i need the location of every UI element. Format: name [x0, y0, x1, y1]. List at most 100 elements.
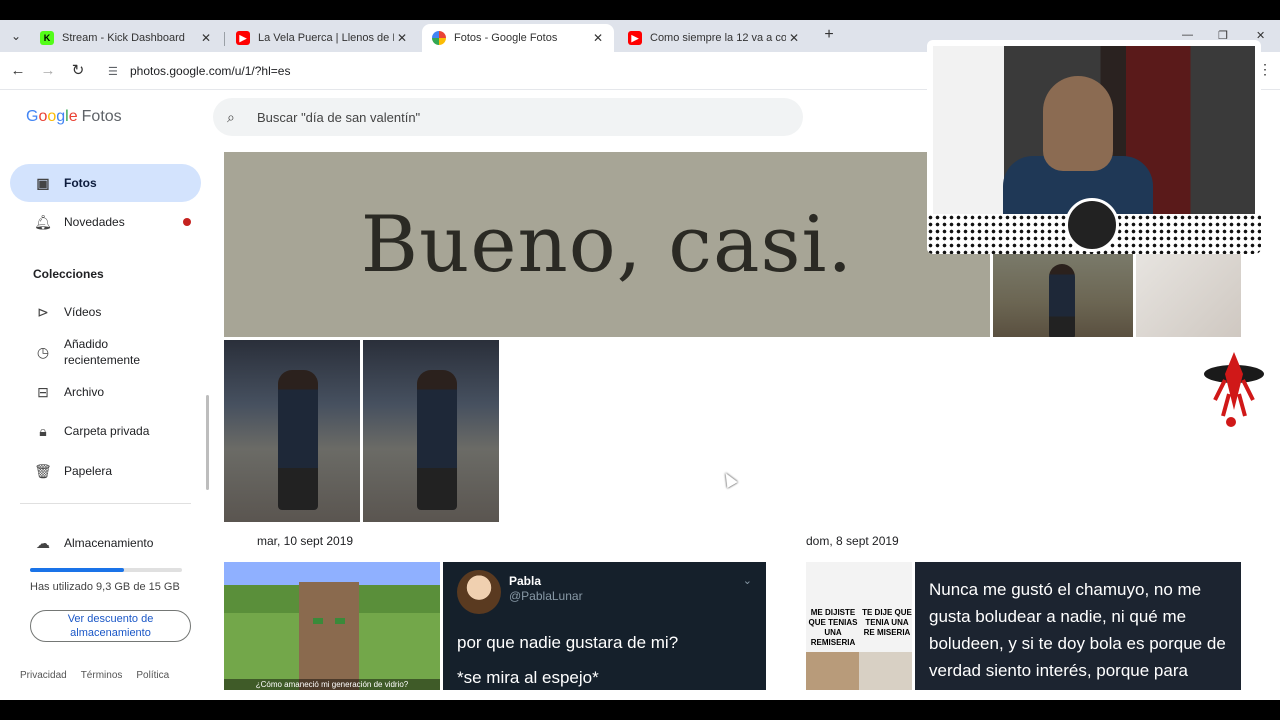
close-icon[interactable]: ✕	[394, 31, 410, 45]
meme-text: ME DIJISTE QUE TENIAS UNA REMISERIA	[808, 608, 858, 647]
sidebar-item-label: Papelera	[64, 464, 113, 478]
photo-text-post[interactable]: Nunca me gustó el chamuyo, no me gusta b…	[915, 562, 1241, 690]
sidebar-item-anadido[interactable]: ◷ Añadido recientemente	[10, 333, 201, 371]
sidebar-item-fotos[interactable]: ▣ Fotos	[10, 164, 201, 202]
tab-vela-puerca[interactable]: ▶ La Vela Puerca | Llenos de Magia ✕	[226, 24, 418, 52]
chevron-down-icon: ⌄	[742, 575, 752, 587]
address-bar[interactable]: ☰ photos.google.com/u/1/?hl=es	[100, 57, 920, 85]
villager-figure	[299, 582, 359, 690]
google-photos-favicon-icon	[432, 31, 446, 45]
tab-search-icon[interactable]: ⌄	[6, 26, 26, 46]
tab-kick[interactable]: K Stream - Kick Dashboard ✕	[30, 24, 222, 52]
streamer-badge-logo	[1065, 198, 1119, 252]
sidebar-scrollbar[interactable]	[206, 395, 209, 490]
url-text: photos.google.com/u/1/?hl=es	[130, 64, 291, 78]
tab-divider	[224, 32, 225, 46]
date-header: dom, 8 sept 2019	[806, 534, 899, 548]
storage-discount-button[interactable]: Ver descuento de almacenamiento	[30, 610, 191, 642]
tab-title: La Vela Puerca | Llenos de Magia	[258, 32, 394, 44]
bottom-bar	[0, 700, 1280, 720]
close-icon[interactable]: ✕	[590, 31, 606, 45]
footer-links: Privacidad Términos Política	[20, 670, 169, 681]
sidebar-item-label: Vídeos	[64, 305, 102, 319]
search-icon: ⌕	[227, 108, 235, 125]
photo-bueno-casi[interactable]: Bueno, casi.	[224, 152, 990, 337]
sidebar-item-papelera[interactable]: 🗑︎ Papelera	[10, 452, 201, 490]
photo-remiseria-meme[interactable]: ME DIJISTE QUE TENIAS UNA REMISERIA TE D…	[806, 562, 912, 690]
screen: ⌄ K Stream - Kick Dashboard ✕ ▶ La Vela …	[0, 0, 1280, 720]
photo-thumbnail[interactable]	[993, 254, 1133, 337]
meme-text: TE DIJE QUE TENIA UNA RE MISERIA	[862, 608, 912, 637]
youtube-favicon-icon: ▶	[628, 31, 642, 45]
tweet-text: *se mira al espejo*	[457, 668, 599, 687]
sidebar-item-label: Añadido recientemente	[64, 337, 141, 367]
back-icon[interactable]: ←	[8, 61, 28, 81]
youtube-favicon-icon: ▶	[236, 31, 250, 45]
streamer-head	[1043, 76, 1113, 171]
photo-subject	[417, 370, 458, 510]
sidebar-item-label: Novedades	[64, 215, 125, 229]
sidebar-item-label: Archivo	[64, 385, 105, 399]
reload-icon[interactable]: ↻	[68, 61, 88, 81]
photo-thumbnail[interactable]	[224, 340, 360, 522]
play-circle-icon: ⊳	[37, 303, 49, 320]
storage-progress	[30, 568, 182, 572]
date-header: mar, 10 sept 2019	[257, 534, 354, 548]
tab-title: Stream - Kick Dashboard	[62, 32, 185, 44]
new-tab-icon[interactable]: +	[820, 26, 838, 44]
sidebar-item-label: Carpeta privada	[64, 424, 150, 438]
storage-progress-fill	[30, 568, 125, 572]
kick-favicon-icon: K	[40, 31, 54, 45]
meme-image	[806, 652, 912, 690]
mouse-cursor-icon	[720, 469, 738, 489]
tab-google-fotos[interactable]: Fotos - Google Fotos ✕	[422, 24, 614, 52]
cloud-icon: ☁	[36, 534, 50, 551]
avatar	[457, 570, 501, 614]
photo-tweet-screenshot[interactable]: Pabla @PablaLunar ⌄ por que nadie gustar…	[443, 562, 766, 690]
sidebar-item-videos[interactable]: ⊳ Vídeos	[10, 293, 201, 331]
storage-usage-text: Has utilizado 9,3 GB de 15 GB	[30, 581, 180, 593]
photo-icon: ▣	[36, 174, 50, 191]
policy-link[interactable]: Política	[136, 670, 169, 681]
tweet-text: por que nadie gustara de mi?	[457, 633, 679, 652]
sidebar-item-novedades[interactable]: 🔔︎ Novedades	[10, 203, 201, 241]
sidebar-item-archivo[interactable]: ⊟ Archivo	[10, 373, 201, 411]
photo-subject	[1049, 264, 1075, 337]
sidebar-item-label: Fotos	[64, 176, 97, 190]
google-photos-logo[interactable]: Google Fotos	[26, 108, 122, 126]
bell-icon: 🔔︎	[34, 213, 52, 230]
photo-thumbnail[interactable]	[1136, 254, 1241, 337]
close-icon[interactable]: ✕	[198, 31, 214, 45]
spider-logo-icon	[1204, 352, 1264, 427]
tab-la-12[interactable]: ▶ Como siempre la 12 va a correr ✕	[618, 24, 810, 52]
webcam-overlay	[927, 40, 1261, 254]
tab-title: Fotos - Google Fotos	[454, 32, 558, 44]
sidebar-item-carpeta[interactable]: 🔒︎ Carpeta privada	[10, 412, 201, 450]
photo-minecraft-meme[interactable]: ¿Cómo amaneció mi generación de vidrio?	[224, 562, 440, 690]
sidebar-item-almacenamiento[interactable]: ☁ Almacenamiento	[10, 524, 201, 562]
tab-title: Como siempre la 12 va a correr	[650, 32, 786, 44]
logo-letter: g	[56, 108, 66, 125]
photo-subject	[278, 370, 319, 510]
search-placeholder: Buscar "día de san valentín"	[257, 109, 421, 125]
lock-icon: 🔒︎	[39, 422, 47, 439]
photo-text: Bueno, casi.	[360, 199, 854, 290]
photo-thumbnail[interactable]	[363, 340, 499, 522]
sidebar-item-label: Almacenamiento	[64, 536, 154, 550]
archive-icon: ⊟	[37, 383, 49, 400]
logo-letter: o	[47, 108, 57, 125]
tweet-handle: @PablaLunar	[509, 589, 583, 603]
photo-caption: ¿Cómo amaneció mi generación de vidrio?	[224, 679, 440, 690]
tweet-author: Pabla	[509, 574, 542, 588]
logo-letter: G	[26, 108, 39, 125]
forward-icon[interactable]: →	[38, 61, 58, 81]
webcam-feed	[933, 46, 1255, 216]
search-input[interactable]: ⌕ Buscar "día de san valentín"	[213, 98, 803, 136]
close-icon[interactable]: ✕	[786, 31, 802, 45]
site-info-icon[interactable]: ☰	[108, 65, 124, 78]
section-colecciones: Colecciones	[33, 267, 104, 281]
notification-dot	[183, 218, 191, 226]
sidebar-divider	[20, 503, 191, 504]
terms-link[interactable]: Términos	[81, 670, 123, 681]
privacy-link[interactable]: Privacidad	[20, 670, 67, 681]
